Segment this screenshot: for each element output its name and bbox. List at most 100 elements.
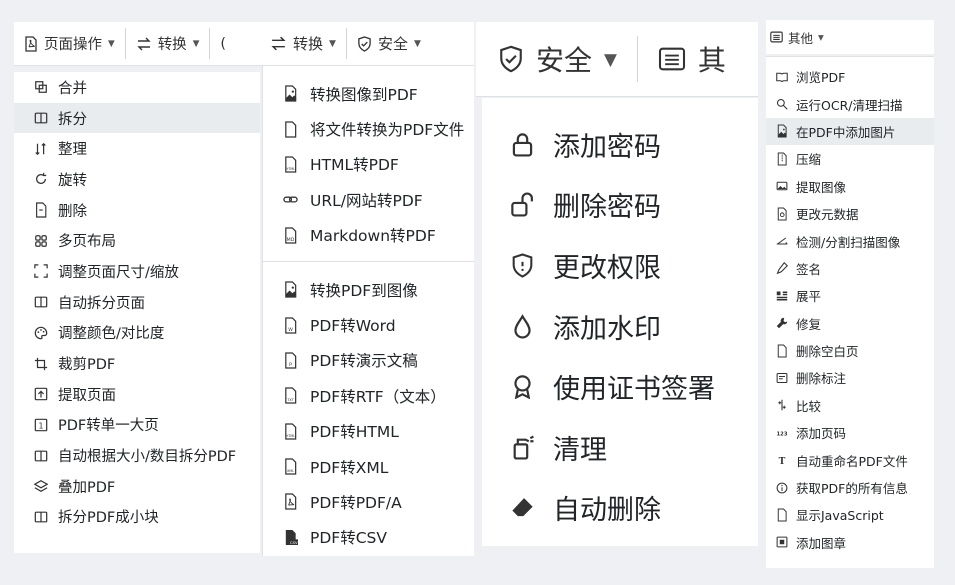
split-icon: [34, 449, 48, 463]
other-item[interactable]: 删除空白页: [766, 337, 934, 364]
page-ops-item[interactable]: 旋转: [14, 164, 260, 195]
security-item[interactable]: 添加水印: [482, 296, 758, 357]
page-ops-item[interactable]: 合并: [14, 72, 260, 103]
page-ops-item-label: 裁剪PDF: [58, 357, 116, 374]
xml-file-icon: XML: [283, 458, 298, 475]
convert-item[interactable]: CSV PDF转CSV: [263, 520, 474, 555]
other-item[interactable]: 删除标注: [766, 364, 934, 391]
convert-item-label: PDF转Word: [310, 317, 396, 336]
security-item-label: 自动删除: [553, 495, 661, 527]
toolbar-divider: [345, 28, 347, 59]
menu-divider: [263, 260, 474, 262]
convert-item-label: PDF转HTML: [310, 423, 399, 442]
convert-dropdown[interactable]: 转换 ▼: [270, 33, 336, 54]
other-dropdown[interactable]: 其他 ▼: [770, 28, 824, 47]
page-ops-item[interactable]: 调整页面尺寸/缩放: [14, 256, 260, 287]
other-item[interactable]: 签名: [766, 255, 934, 282]
other-item[interactable]: 更改元数据: [766, 200, 934, 227]
other-item[interactable]: 添加图章: [766, 529, 934, 556]
convert-item[interactable]: HTML PDF转HTML: [263, 414, 474, 449]
page-ops-item-label: 合并: [58, 80, 87, 97]
page-ops-item[interactable]: 整理: [14, 133, 260, 164]
eraser-icon: [510, 495, 535, 520]
menu-list: 添加密码 删除密码 更改权限 添加水印 使用证书签署 清理自动删除: [482, 114, 758, 538]
convert-item[interactable]: P PDF转演示文稿: [263, 343, 474, 378]
security-item[interactable]: 更改权限: [482, 235, 758, 296]
other-item[interactable]: 显示JavaScript: [766, 501, 934, 528]
other-item[interactable]: 运行OCR/清理扫描: [766, 90, 934, 117]
html-file-icon: HTML: [283, 423, 298, 440]
other-label: 其: [697, 44, 726, 77]
convert-item[interactable]: XML PDF转XML: [263, 449, 474, 484]
security-item[interactable]: 使用证书签署: [482, 356, 758, 417]
link-icon: [283, 192, 298, 207]
other-item[interactable]: 修复: [766, 310, 934, 337]
other-item[interactable]: 在PDF中添加图片: [766, 117, 934, 146]
page-ops-item[interactable]: 1 PDF转单一大页: [14, 410, 260, 441]
svg-text:HTML: HTML: [286, 167, 295, 171]
other-item[interactable]: 检测/分割扫描图像: [766, 227, 934, 254]
security-item[interactable]: 自动删除: [482, 478, 758, 539]
panel1-toolbar: 页面操作 ▼ 转换 ▼ (: [14, 22, 276, 66]
other-item-label: 添加页码: [796, 426, 847, 442]
page-ops-item[interactable]: 调整颜色/对比度: [14, 318, 260, 349]
convert-item-label: HTML转PDF: [310, 156, 399, 175]
security-dropdown[interactable]: 安全 ▼: [498, 39, 617, 79]
convert-item[interactable]: 转换PDF到图像: [263, 272, 474, 307]
other-tools-menu: 浏览PDF 运行OCR/清理扫描 在PDF中添加图片 压缩 提取图像更改元数据检测/分割…: [766, 56, 934, 568]
security-item[interactable]: 添加密码: [482, 114, 758, 175]
security-dropdown[interactable]: 安全 ▼: [357, 33, 421, 54]
convert-dropdown[interactable]: 转换 ▼: [136, 33, 199, 54]
convert-item[interactable]: W PDF转Word: [263, 307, 474, 342]
shield-check-icon: [357, 35, 372, 52]
page-ops-item[interactable]: 自动拆分页面: [14, 287, 260, 318]
page-ops-item[interactable]: 叠加PDF: [14, 471, 260, 502]
text-icon: T: [776, 454, 788, 466]
other-dropdown[interactable]: 其: [658, 39, 726, 79]
split-icon: [34, 295, 48, 309]
chevron-down-icon: ▼: [329, 38, 336, 49]
other-item-label: 更改元数据: [796, 207, 859, 223]
convert-item[interactable]: PDF转PDF/A: [263, 484, 474, 519]
other-item[interactable]: 123 添加页码: [766, 419, 934, 446]
convert-item[interactable]: MD Markdown转PDF: [263, 218, 474, 253]
convert-item[interactable]: URL/网站转PDF: [263, 182, 474, 217]
resize-icon: [34, 264, 48, 279]
convert-item-label: 转换图像到PDF: [310, 85, 418, 104]
other-item[interactable]: 浏览PDF: [766, 63, 934, 90]
svg-text:MD: MD: [287, 237, 295, 243]
security-item[interactable]: 清理: [482, 417, 758, 478]
page-ops-item[interactable]: 拆分: [14, 102, 260, 134]
other-item[interactable]: T 自动重命名PDF文件: [766, 446, 934, 473]
other-item[interactable]: 获取PDF的所有信息: [766, 474, 934, 501]
page-ops-item[interactable]: 拆分PDF成小块: [14, 502, 260, 533]
other-item[interactable]: 比较: [766, 392, 934, 419]
convert-menu: 转换图像到PDF 将文件转换为PDF文件 HTML HTML转PDF URL/网站转PD…: [262, 66, 474, 556]
split-icon: [34, 111, 48, 125]
convert-item[interactable]: 转换图像到PDF: [263, 76, 474, 111]
convert-item[interactable]: HTML HTML转PDF: [263, 147, 474, 182]
toolbar-divider: [636, 36, 638, 82]
svg-text:HTML: HTML: [286, 434, 295, 438]
page-ops-item[interactable]: 删除: [14, 195, 260, 226]
other-item[interactable]: 展平: [766, 282, 934, 309]
other-item[interactable]: 提取图像: [766, 173, 934, 200]
svg-text:P: P: [289, 362, 292, 368]
images-icon: [776, 180, 788, 192]
security-item[interactable]: 删除密码: [482, 175, 758, 236]
shield-icon: [510, 253, 535, 278]
rotate-icon: [34, 172, 48, 186]
convert-item[interactable]: TXT PDF转RTF（文本）: [263, 378, 474, 413]
page-ops-item[interactable]: 自动根据大小/数目拆分PDF: [14, 440, 260, 471]
page-ops-item[interactable]: 提取页面: [14, 379, 260, 410]
menu-list: 合并拆分 整理 旋转 删除 多页布局 调整页面尺寸/缩放 自动拆分页面 调整颜色/对比度裁剪P…: [14, 72, 260, 532]
panel3-toolbar: 安全 ▼ 其: [476, 22, 758, 97]
page-ops-dropdown[interactable]: 页面操作 ▼: [24, 33, 115, 54]
list-icon: [770, 31, 783, 43]
page-ops-item[interactable]: 多页布局: [14, 225, 260, 256]
page-ops-item[interactable]: 裁剪PDF: [14, 348, 260, 379]
single-page-icon: 1: [34, 418, 48, 432]
truncated-button[interactable]: (: [220, 36, 226, 52]
other-item[interactable]: 压缩: [766, 145, 934, 172]
convert-item[interactable]: 将文件转换为PDF文件: [263, 111, 474, 146]
